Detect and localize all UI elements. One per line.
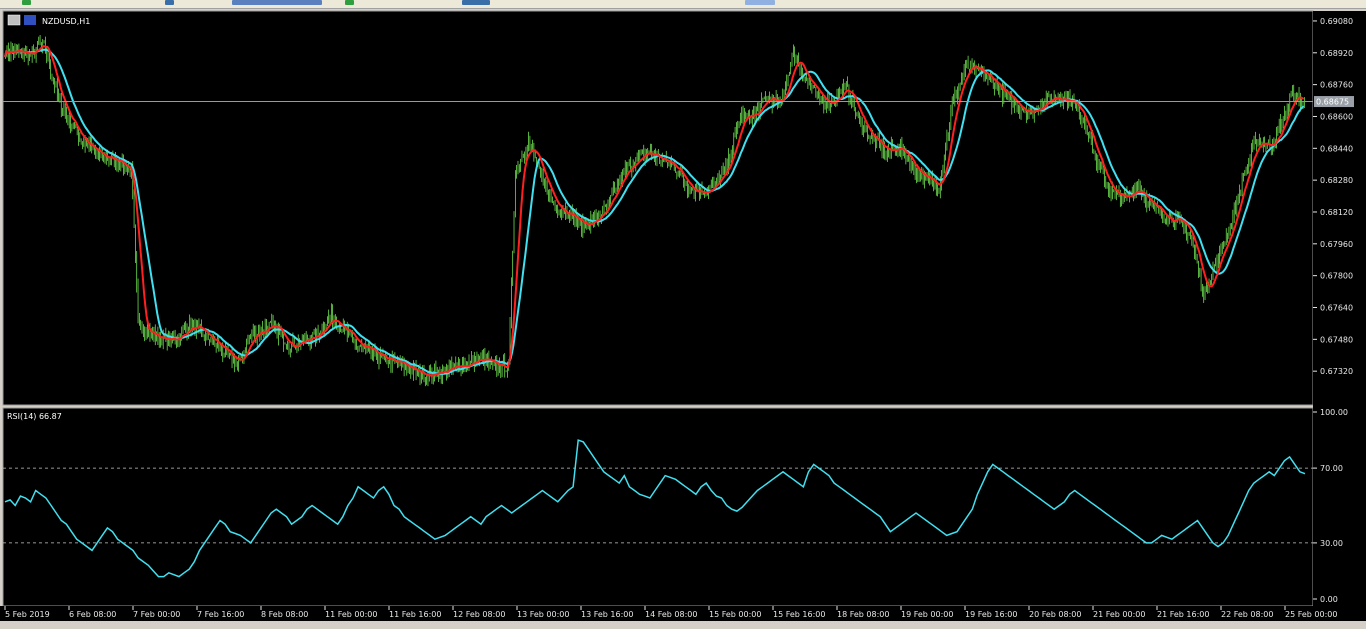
window-icon	[24, 15, 36, 25]
time-tick-label: 7 Feb 00:00	[133, 610, 180, 619]
zoom-icon[interactable]	[462, 0, 490, 5]
time-tick-label: 25 Feb 00:00	[1285, 610, 1337, 619]
time-tick-label: 6 Feb 08:00	[69, 610, 116, 619]
current-price-value: 0.68675	[1316, 98, 1349, 107]
current-price-tag: 0.68675	[1314, 96, 1354, 108]
time-tick-label: 11 Feb 16:00	[389, 610, 441, 619]
price-tick-label: 0.67480	[1320, 335, 1353, 344]
chart-icon[interactable]	[232, 0, 322, 5]
price-tick-label: 0.68920	[1320, 49, 1353, 58]
price-tick-label: 0.68280	[1320, 176, 1353, 185]
time-tick-label: 8 Feb 08:00	[261, 610, 308, 619]
time-tick-label: 14 Feb 08:00	[645, 610, 697, 619]
rsi-tick-label: 100.00	[1320, 408, 1348, 417]
price-tick-label: 0.68600	[1320, 112, 1353, 121]
toolbar-strip	[0, 0, 1366, 9]
new-order-icon[interactable]	[22, 0, 31, 5]
price-tick-label: 0.67640	[1320, 303, 1353, 312]
time-tick-label: 19 Feb 16:00	[965, 610, 1017, 619]
time-tick-label: 7 Feb 16:00	[197, 610, 244, 619]
price-tick-label: 0.68120	[1320, 208, 1353, 217]
time-tick-label: 18 Feb 08:00	[837, 610, 889, 619]
rsi-tick-label: 70.00	[1320, 464, 1343, 473]
price-tick-label: 0.69080	[1320, 17, 1353, 26]
time-tick-label: 12 Feb 08:00	[453, 610, 505, 619]
time-tick-label: 21 Feb 16:00	[1157, 610, 1209, 619]
time-tick-label: 13 Feb 16:00	[581, 610, 633, 619]
time-tick-label: 22 Feb 08:00	[1221, 610, 1273, 619]
rsi-pane[interactable]	[2, 407, 1314, 607]
time-tick-label: 5 Feb 2019	[5, 610, 50, 619]
price-tick-label: 0.68760	[1320, 81, 1353, 90]
autotrading-icon[interactable]	[345, 0, 354, 5]
statusbar	[0, 621, 1366, 629]
rsi-tick-label: 30.00	[1320, 539, 1343, 548]
time-tick-label: 21 Feb 00:00	[1093, 610, 1145, 619]
time-tick-label: 19 Feb 00:00	[901, 610, 953, 619]
time-tick-label: 20 Feb 08:00	[1029, 610, 1081, 619]
price-tick-label: 0.67960	[1320, 240, 1353, 249]
rsi-title: RSI(14) 66.87	[7, 412, 62, 421]
time-tick-label: 11 Feb 00:00	[325, 610, 377, 619]
rsi-tick-label: 0.00	[1320, 595, 1338, 604]
chart-window-icon	[7, 14, 21, 26]
chart-icon[interactable]	[165, 0, 174, 5]
chart-title: NZDUSD,H1	[42, 17, 90, 26]
main-chart-pane[interactable]	[2, 10, 1314, 406]
time-tick-label: 13 Feb 00:00	[517, 610, 569, 619]
price-tick-label: 0.68440	[1320, 144, 1353, 153]
price-tick-label: 0.67800	[1320, 272, 1353, 281]
time-tick-label: 15 Feb 16:00	[773, 610, 825, 619]
time-tick-label: 15 Feb 00:00	[709, 610, 761, 619]
chart-area[interactable]: NZDUSD,H1 RSI(14) 66.87 0.68675 0.69080 0…	[0, 9, 1366, 621]
price-tick-label: 0.67320	[1320, 367, 1353, 376]
line-tool-icon[interactable]	[745, 0, 775, 5]
